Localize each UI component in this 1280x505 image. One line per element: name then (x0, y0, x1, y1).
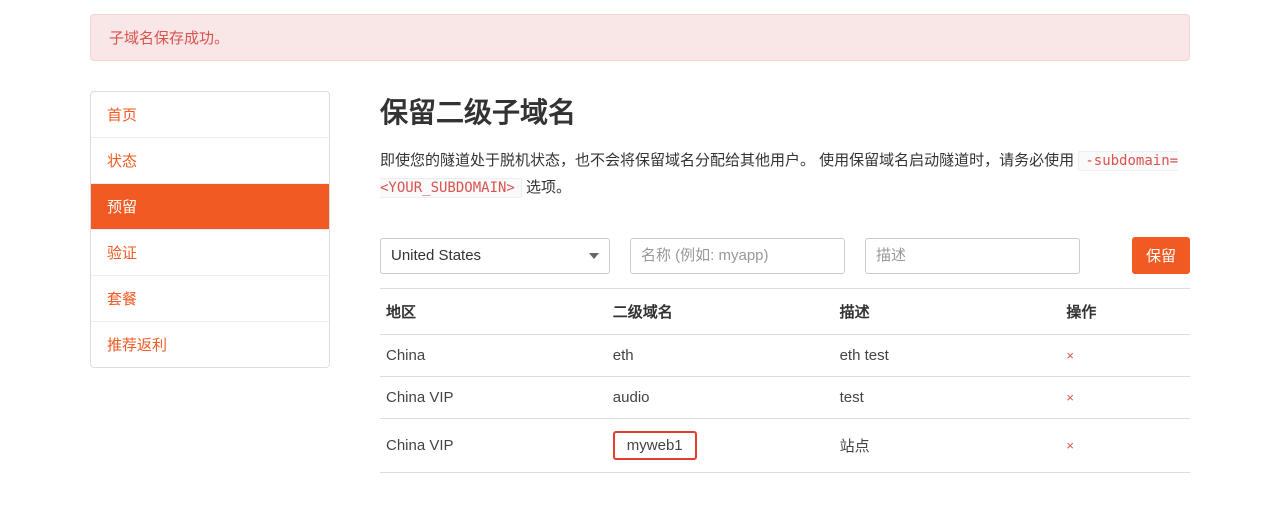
delete-icon[interactable]: × (1066, 348, 1074, 363)
page-title: 保留二级子域名 (380, 91, 1190, 131)
cell-desc: test (834, 377, 1061, 419)
sidebar-item-3[interactable]: 验证 (91, 230, 329, 276)
th-region: 地区 (380, 289, 607, 335)
th-subdomain: 二级域名 (607, 289, 834, 335)
th-op: 操作 (1060, 289, 1190, 335)
region-select[interactable]: United States (380, 238, 610, 274)
cell-desc: eth test (834, 335, 1061, 377)
table-row: China VIPaudiotest × (380, 377, 1190, 419)
domain-table: 地区 二级域名 描述 操作 Chinaetheth test×China VIP… (380, 288, 1190, 473)
sidebar-item-1[interactable]: 状态 (91, 138, 329, 184)
sidebar-item-4[interactable]: 套餐 (91, 276, 329, 322)
cell-subdomain: audio (607, 377, 834, 419)
cell-region: China VIP (380, 377, 607, 419)
delete-icon[interactable]: × (1066, 438, 1074, 453)
desc-text-1: 即使您的隧道处于脱机状态，也不会将保留域名分配给其他用户。 使用保留域名启动隧道… (380, 152, 1078, 169)
cell-desc: 站点 (834, 419, 1061, 473)
table-row: China VIPmyweb1 站点 × (380, 419, 1190, 473)
cell-op: × (1060, 419, 1190, 473)
sidebar-item-5[interactable]: 推荐返利 (91, 322, 329, 367)
table-row: Chinaetheth test × (380, 335, 1190, 377)
reserve-button[interactable]: 保留 (1132, 237, 1190, 274)
sidebar: 首页状态预留验证套餐推荐返利 (90, 91, 330, 368)
page-description: 即使您的隧道处于脱机状态，也不会将保留域名分配给其他用户。 使用保留域名启动隧道… (380, 147, 1190, 201)
reserve-form: United States 保留 (380, 237, 1190, 274)
cell-subdomain: eth (607, 335, 834, 377)
cell-region: China (380, 335, 607, 377)
delete-icon[interactable]: × (1066, 390, 1074, 405)
desc-input[interactable] (865, 238, 1080, 274)
cell-op: × (1060, 377, 1190, 419)
name-input[interactable] (630, 238, 845, 274)
desc-text-2: 选项。 (522, 179, 571, 196)
highlight-box: myweb1 (613, 431, 697, 460)
sidebar-item-2[interactable]: 预留 (91, 184, 329, 230)
th-desc: 描述 (834, 289, 1061, 335)
main-content: 保留二级子域名 即使您的隧道处于脱机状态，也不会将保留域名分配给其他用户。 使用… (380, 91, 1190, 473)
cell-op: × (1060, 335, 1190, 377)
sidebar-item-0[interactable]: 首页 (91, 92, 329, 138)
cell-subdomain: myweb1 (607, 419, 834, 473)
cell-region: China VIP (380, 419, 607, 473)
alert-success: 子域名保存成功。 (90, 14, 1190, 61)
